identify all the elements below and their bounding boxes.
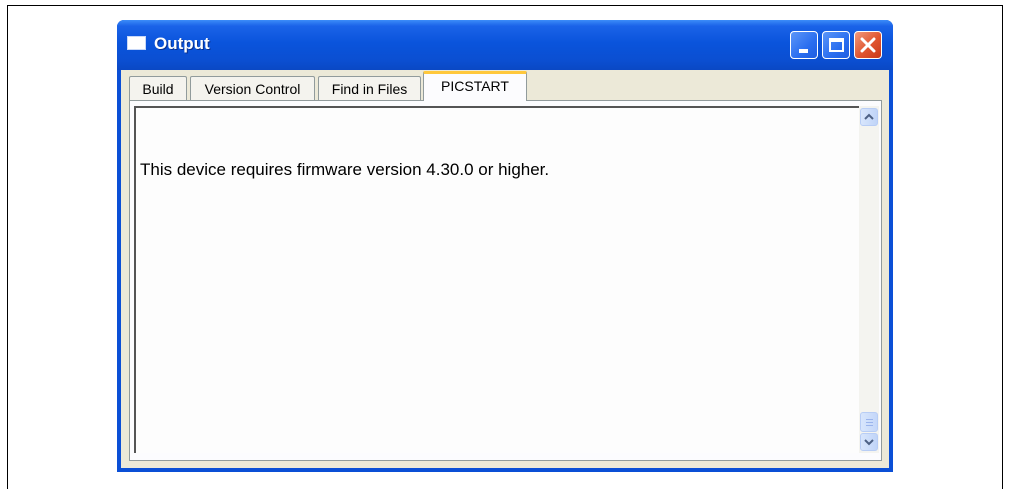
chevron-up-icon: [864, 113, 874, 120]
close-icon: [860, 37, 876, 53]
tab-find-in-files[interactable]: Find in Files: [318, 76, 421, 101]
scroll-up-button[interactable]: [860, 108, 878, 126]
output-window: Output Build Version Control Find in Fil…: [117, 20, 893, 472]
maximize-button[interactable]: [822, 31, 850, 59]
chevron-down-icon: [864, 439, 874, 446]
scroll-down-button[interactable]: [860, 433, 878, 451]
title-bar[interactable]: Output: [117, 20, 893, 70]
output-line: This device requires firmware version 4.…: [140, 160, 550, 179]
output-text-area[interactable]: This device requires firmware version 4.…: [134, 106, 859, 453]
window-title: Output: [154, 34, 210, 53]
tab-panel: This device requires firmware version 4.…: [129, 100, 882, 461]
tab-label: Build: [142, 81, 174, 97]
scroll-thumb[interactable]: [860, 412, 878, 432]
tab-label: Find in Files: [331, 81, 408, 97]
tab-label: Version Control: [204, 81, 301, 97]
tab-build[interactable]: Build: [129, 76, 187, 101]
window-client: Build Version Control Find in Files PICS…: [121, 70, 889, 468]
vertical-scrollbar[interactable]: [859, 106, 879, 453]
close-button[interactable]: [854, 31, 882, 59]
tab-picstart[interactable]: PICSTART: [423, 71, 527, 101]
tab-label: PICSTART: [441, 78, 509, 94]
window-app-icon: [127, 36, 146, 50]
tab-version-control[interactable]: Version Control: [190, 76, 315, 101]
minimize-button[interactable]: [790, 31, 818, 59]
